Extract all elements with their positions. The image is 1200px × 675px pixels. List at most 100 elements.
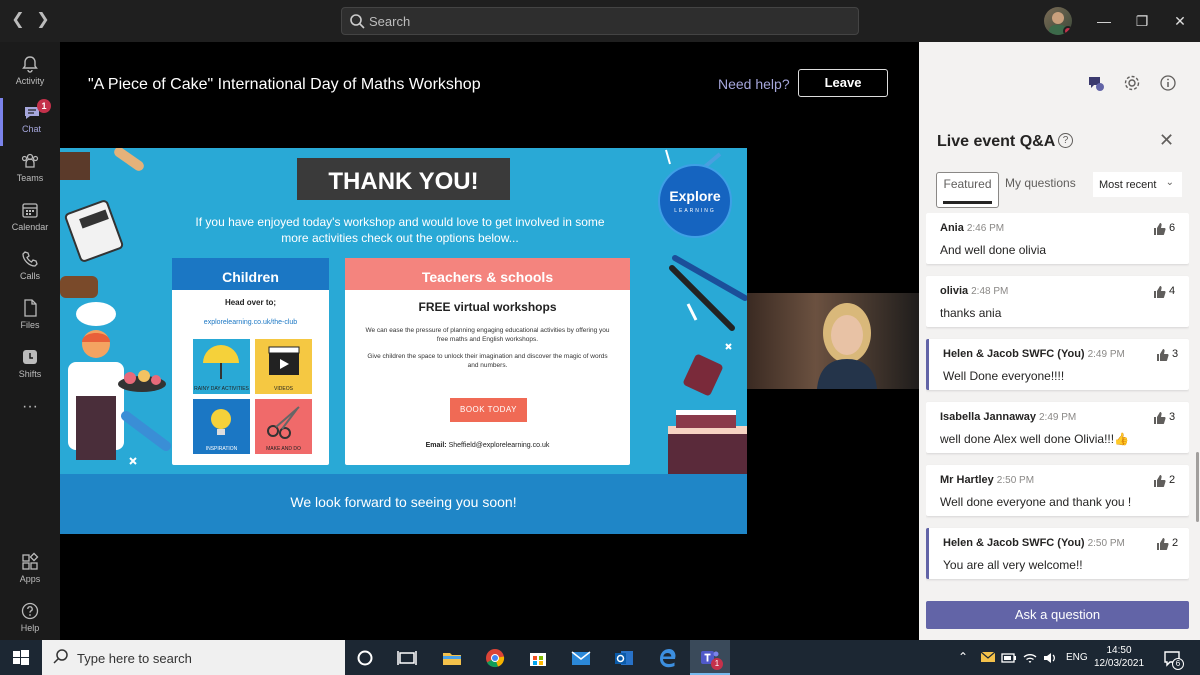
book-today-button: BOOK TODAY	[450, 398, 527, 422]
chrome-icon[interactable]	[483, 646, 507, 670]
teachers-paragraph: Give children the space to unlock their …	[367, 353, 608, 369]
status-dot	[1063, 26, 1072, 35]
question-card: Helen & Jacob SWFC (You) 2:49 PM Well Don…	[926, 339, 1189, 390]
question-time: 2:48 PM	[971, 286, 1009, 297]
rail-label: Help	[20, 623, 40, 633]
rail-item-calendar[interactable]: Calendar	[0, 196, 60, 244]
more-apps-button[interactable]: ···	[0, 398, 60, 422]
task-view-icon[interactable]	[395, 646, 419, 670]
wifi-icon[interactable]	[1022, 650, 1038, 666]
back-arrow-icon[interactable]: ❮	[8, 10, 28, 30]
presentation-slide: THANK YOU! If you have enjoyed today's w…	[60, 148, 747, 534]
question-card: Isabella Jannaway 2:49 PM well done Alex …	[926, 402, 1189, 453]
scrollbar-thumb[interactable]	[1196, 452, 1199, 522]
teachers-card: Teachers & schools FREE virtual workshop…	[345, 258, 630, 465]
ask-question-button[interactable]: Ask a question	[926, 601, 1189, 629]
teams-window: ❮ ❯ Search — ❐ ✕ Activity Chat 1 Teams C…	[0, 0, 1200, 675]
bell-icon	[22, 56, 38, 73]
author-name: olivia	[940, 285, 969, 297]
rail-item-activity[interactable]: Activity	[0, 50, 60, 98]
need-help-link[interactable]: Need help?	[718, 76, 790, 92]
thumbs-up-icon[interactable]	[1152, 474, 1166, 488]
avatar[interactable]	[1044, 7, 1072, 35]
file-explorer-icon[interactable]	[440, 646, 464, 670]
teams-badge: 1	[711, 658, 723, 670]
rail-label: Files	[20, 320, 40, 330]
mail-tray-icon[interactable]	[980, 649, 996, 665]
mail-icon[interactable]	[569, 646, 593, 670]
close-icon[interactable]: ✕	[1159, 130, 1174, 151]
teams-taskbar-button[interactable]: 1	[690, 640, 730, 675]
rail-item-teams[interactable]: Teams	[0, 147, 60, 195]
author-name: Ania	[940, 222, 964, 234]
thank-you-text: THANK YOU!	[328, 168, 479, 195]
tab-featured[interactable]: Featured	[936, 172, 999, 208]
question-time: 2:50 PM	[1087, 538, 1125, 549]
question-time: 2:49 PM	[1039, 412, 1077, 423]
title-bar: ❮ ❯ Search — ❐ ✕	[0, 0, 1200, 42]
cortana-icon[interactable]	[353, 646, 377, 670]
rail-label: Activity	[15, 76, 45, 86]
rail-label: Shifts	[18, 369, 42, 379]
edge-icon[interactable]	[655, 646, 679, 670]
email-line: Email: Sheffield@explorelearning.co.uk	[345, 442, 630, 449]
outlook-icon[interactable]	[612, 646, 636, 670]
leave-button[interactable]: Leave	[798, 69, 888, 97]
chat-bubble-icon[interactable]	[1087, 74, 1105, 92]
language-indicator[interactable]: ENG	[1066, 652, 1088, 663]
question-list[interactable]: Ania 2:46 PM And well done olivia 6 olivi…	[926, 213, 1189, 598]
sort-value: Most recent	[1099, 179, 1157, 191]
store-icon[interactable]	[526, 646, 550, 670]
windows-start-icon[interactable]	[9, 646, 33, 670]
head-over-text: Head over to;	[224, 298, 277, 307]
rail-item-calls[interactable]: Calls	[0, 245, 60, 293]
search-input[interactable]: Search	[341, 7, 859, 35]
thumbs-up-icon[interactable]	[1152, 222, 1166, 236]
taskbar-clock[interactable]: 14:50 12/03/2021	[1094, 644, 1144, 670]
question-text: thanks ania	[940, 306, 1002, 320]
teams-icon	[21, 153, 39, 168]
search-icon	[53, 649, 68, 664]
thumbs-up-icon[interactable]	[1152, 285, 1166, 299]
email-address: Sheffield@explorelearning.co.uk	[448, 442, 550, 449]
rail-item-apps[interactable]: Apps	[0, 548, 60, 596]
calendar-icon	[22, 203, 38, 218]
restore-icon[interactable]: ❐	[1132, 11, 1152, 31]
sort-dropdown[interactable]: Most recent ⌄	[1093, 172, 1182, 197]
tab-my-questions[interactable]: My questions	[1005, 176, 1076, 190]
thank-you-banner: THANK YOU!	[297, 158, 510, 200]
question-text: Well done everyone and thank you !	[940, 495, 1132, 509]
children-header: Children	[172, 258, 329, 290]
volume-icon[interactable]	[1042, 650, 1058, 666]
thumbs-up-icon[interactable]	[1155, 348, 1169, 362]
action-center-button[interactable]: 6	[1160, 646, 1184, 670]
info-icon[interactable]	[1159, 74, 1177, 92]
umbrella-icon	[203, 345, 239, 379]
chevron-up-icon[interactable]: ⌃	[958, 650, 968, 664]
presenter-figure-icon	[817, 303, 877, 389]
thumbs-up-icon[interactable]	[1155, 537, 1169, 551]
rail-label: Teams	[16, 173, 44, 183]
rail-item-shifts[interactable]: Shifts	[0, 343, 60, 391]
chevron-down-icon: ⌄	[1165, 177, 1174, 188]
question-time: 2:46 PM	[966, 223, 1005, 234]
qa-help-icon[interactable]: ?	[1058, 133, 1073, 148]
taskbar-search-input[interactable]: Type here to search	[42, 640, 345, 675]
minimize-icon[interactable]: —	[1094, 11, 1114, 31]
close-icon[interactable]: ✕	[1170, 11, 1190, 31]
tile-make-and-do: MAKE AND DO	[255, 399, 312, 454]
teachers-header: Teachers & schools	[345, 258, 630, 290]
battery-icon[interactable]	[1001, 650, 1017, 666]
presenter-video	[747, 293, 919, 389]
rail-item-chat[interactable]: Chat 1	[0, 98, 60, 146]
footer-text: We look forward to seeing you soon!	[290, 494, 517, 510]
author-name: Isabella Jannaway	[940, 411, 1036, 423]
rail-item-files[interactable]: Files	[0, 294, 60, 342]
like-count: 4	[1169, 285, 1176, 297]
gear-icon[interactable]	[1123, 74, 1141, 92]
thumbs-up-icon[interactable]	[1152, 411, 1166, 425]
scissors-icon	[267, 406, 300, 439]
forward-arrow-icon[interactable]: ❯	[33, 10, 53, 30]
rail-item-help[interactable]: Help	[0, 597, 60, 645]
children-card: Children Head over to; explorelearning.c…	[172, 258, 329, 465]
